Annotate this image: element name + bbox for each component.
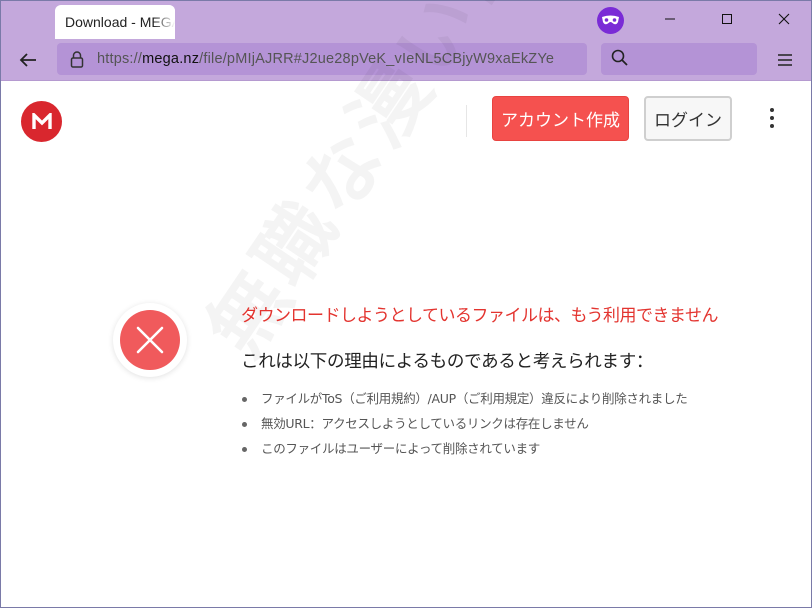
url-prefix: https:// [97,51,143,67]
reason-item: 無効URL：アクセスしようとしているリンクは存在しません [241,414,687,439]
address-bar[interactable]: https://mega.nz/file/pMIjAJRR#J2ue28pVeK… [57,43,587,75]
title-bar: Download - MEGA [1,1,811,39]
reasons-list: ファイルがToS（ご利用規約）/AUP（ご利用規定）違反により削除されました 無… [241,389,688,464]
url-host: mega.nz [142,51,200,67]
maximize-button[interactable] [704,1,750,37]
header-divider [466,105,467,137]
tab-title-fade [153,5,175,39]
reason-item: ファイルがToS（ご利用規約）/AUP（ご利用規定）違反により削除されました [241,389,688,414]
bullet-icon [242,422,247,427]
reason-text: ファイルがToS（ご利用規約）/AUP（ご利用規定）違反により削除されました [261,391,688,406]
navigation-bar: https://mega.nz/file/pMIjAJRR#J2ue28pVeK… [1,39,811,81]
error-x-icon [120,310,180,370]
reason-text: 無効URL：アクセスしようとしているリンクは存在しません [261,416,589,431]
error-icon-container [113,303,187,377]
search-icon [611,49,628,70]
create-account-button[interactable]: アカウント作成 [492,96,629,141]
search-bar[interactable] [601,43,757,75]
minimize-button[interactable] [647,1,693,37]
reason-item: このファイルはユーザーによって削除されています [241,439,687,464]
reason-text: このファイルはユーザーによって削除されています [261,441,540,456]
bullet-icon [242,397,247,402]
browser-menu-button[interactable] [771,47,799,73]
mega-m-icon [31,112,52,129]
tab-download-mega[interactable]: Download - MEGA [55,5,175,39]
back-button[interactable] [13,47,43,73]
bullet-icon [242,447,247,452]
more-options-icon[interactable] [761,104,783,132]
close-window-button[interactable] [761,1,807,37]
url-text: https://mega.nz/file/pMIjAJRR#J2ue28pVeK… [97,51,554,67]
url-path: /file/pMIjAJRR#J2ue28pVeK_vIeNL5CBjyW9xa… [199,51,555,67]
error-title: ダウンロードしようとしているファイルは、もう利用できません [241,306,718,326]
lock-icon[interactable] [57,43,97,75]
error-subtitle: これは以下の理由によるものであると考えられます： [241,352,654,372]
login-button[interactable]: ログイン [644,96,732,141]
mega-logo[interactable] [21,101,62,142]
private-browsing-icon [597,7,624,34]
